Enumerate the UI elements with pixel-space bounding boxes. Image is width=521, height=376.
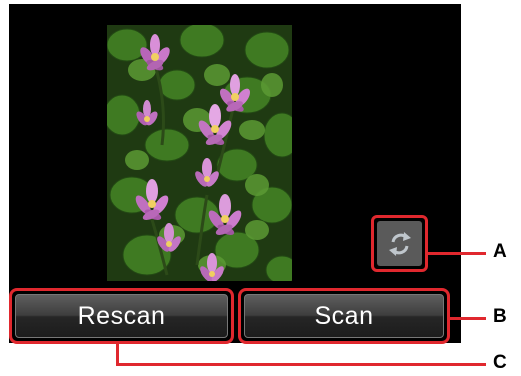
- callout-label-b: B: [493, 306, 507, 327]
- rescan-button-label: Rescan: [77, 301, 166, 330]
- rescan-button-highlight: Rescan: [9, 288, 234, 344]
- callout-line-b: [450, 317, 486, 320]
- figure: Rescan Scan A B C: [0, 0, 521, 376]
- rotate-button-face: [377, 221, 422, 266]
- scan-preview-image: [107, 25, 292, 281]
- scan-button[interactable]: Scan: [244, 294, 444, 338]
- callout-label-c: C: [493, 352, 507, 373]
- water-lily-photo: [107, 25, 292, 281]
- callout-line-a: [428, 252, 486, 255]
- rotate-arrows-icon: [388, 231, 411, 256]
- rescan-button[interactable]: Rescan: [15, 294, 228, 338]
- callout-label-a: A: [493, 241, 507, 262]
- scan-button-highlight: Scan: [238, 288, 450, 344]
- scan-button-label: Scan: [314, 301, 374, 330]
- rotate-button[interactable]: [371, 215, 428, 272]
- callout-line-c-horizontal: [116, 363, 486, 366]
